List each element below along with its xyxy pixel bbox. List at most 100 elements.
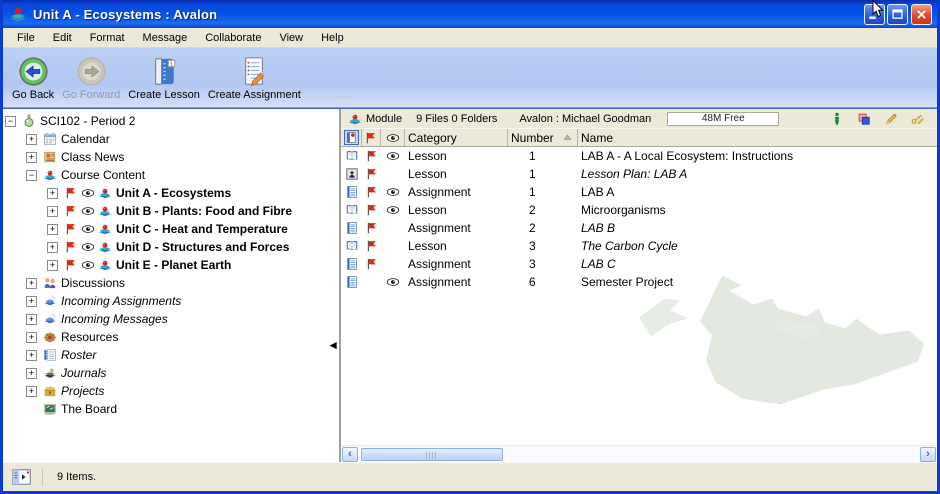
tree-item-label: Class News bbox=[61, 150, 124, 164]
tree-item-sci102-period-2[interactable]: −SCI102 - Period 2 bbox=[3, 112, 339, 130]
table-row[interactable]: Assignment3LAB C bbox=[341, 255, 937, 273]
item-name: LAB B bbox=[578, 221, 937, 235]
expand-expander-icon[interactable]: + bbox=[26, 332, 37, 343]
scroll-right-button[interactable]: › bbox=[920, 447, 936, 462]
books-icon bbox=[96, 186, 113, 201]
expand-expander-icon[interactable]: + bbox=[26, 314, 37, 325]
tree-item-projects[interactable]: +Projects bbox=[3, 382, 339, 400]
menu-message[interactable]: Message bbox=[134, 30, 197, 46]
tree-item-label: Calendar bbox=[61, 132, 110, 146]
item-name: LAB A bbox=[578, 185, 937, 199]
scrollbar-thumb[interactable] bbox=[361, 448, 503, 461]
item-count-label: 9 Items. bbox=[57, 471, 96, 483]
tree-item-roster[interactable]: +Roster bbox=[3, 346, 339, 364]
table-row[interactable]: Lesson3The Carbon Cycle bbox=[341, 237, 937, 255]
scroll-left-button[interactable]: ‹ bbox=[342, 447, 358, 462]
window-title: Unit A - Ecosystems : Avalon bbox=[33, 7, 864, 22]
expand-expander-icon[interactable]: + bbox=[47, 206, 58, 217]
menu-collaborate[interactable]: Collaborate bbox=[196, 30, 270, 46]
item-name: LAB A - A Local Ecosystem: Instructions bbox=[578, 149, 937, 163]
expand-expander-icon[interactable]: + bbox=[47, 224, 58, 235]
expand-expander-icon[interactable]: + bbox=[47, 242, 58, 253]
view-toggle-icon[interactable] bbox=[12, 469, 32, 486]
column-header-category[interactable]: Category bbox=[405, 129, 508, 146]
item-name: The Carbon Cycle bbox=[578, 239, 937, 253]
column-header-eye[interactable] bbox=[381, 129, 405, 146]
item-category: Lesson bbox=[405, 239, 508, 253]
item-number: 1 bbox=[508, 185, 578, 199]
open-book-icon bbox=[341, 203, 362, 217]
tree-item-course-content[interactable]: − Course Content bbox=[3, 166, 339, 184]
menu-help[interactable]: Help bbox=[312, 30, 353, 46]
item-number: 3 bbox=[508, 239, 578, 253]
tree-item-incoming-messages[interactable]: +Incoming Messages bbox=[3, 310, 339, 328]
tree-item-unit-e-planet-earth[interactable]: +Unit E - Planet Earth bbox=[3, 256, 339, 274]
table-row[interactable]: Assignment1LAB A bbox=[341, 183, 937, 201]
create-assignment-label: Create Assignment bbox=[208, 89, 301, 101]
tree-item-unit-a-ecosystems[interactable]: +Unit A - Ecosystems bbox=[3, 184, 339, 202]
create-assignment-button[interactable]: Create Assignment bbox=[205, 52, 304, 107]
go-back-button[interactable]: Go Back bbox=[9, 52, 57, 107]
maximize-button[interactable] bbox=[887, 4, 908, 25]
expand-expander-icon[interactable]: + bbox=[26, 386, 37, 397]
item-category: Assignment bbox=[405, 257, 508, 271]
item-number: 6 bbox=[508, 275, 578, 289]
table-row[interactable]: Assignment6Semester Project bbox=[341, 273, 937, 291]
go-back-icon bbox=[15, 53, 51, 89]
expand-expander-icon[interactable]: + bbox=[26, 350, 37, 361]
flag-icon bbox=[362, 221, 381, 235]
item-name: Lesson Plan: LAB A bbox=[578, 167, 937, 181]
table-row[interactable]: Lesson1LAB A - A Local Ecosystem: Instru… bbox=[341, 147, 937, 165]
expand-expander-icon[interactable]: + bbox=[47, 188, 58, 199]
minimize-button[interactable] bbox=[864, 4, 885, 25]
menu-view[interactable]: View bbox=[270, 30, 312, 46]
expand-expander-icon[interactable]: + bbox=[26, 278, 37, 289]
item-number: 3 bbox=[508, 257, 578, 271]
tree-item-the-board[interactable]: The Board bbox=[3, 400, 339, 418]
column-header-name[interactable]: Name bbox=[578, 129, 937, 146]
menu-edit[interactable]: Edit bbox=[44, 30, 81, 46]
expand-expander-icon[interactable]: + bbox=[47, 260, 58, 271]
tree-item-calendar[interactable]: + Calendar bbox=[3, 130, 339, 148]
tree-item-unit-b-plants-food-and-fibre[interactable]: +Unit B - Plants: Food and Fibre bbox=[3, 202, 339, 220]
tree-item-resources[interactable]: +Resources bbox=[3, 328, 339, 346]
column-header-flag[interactable] bbox=[362, 129, 381, 146]
go-forward-label: Go Forward bbox=[62, 89, 120, 101]
pencil-icon bbox=[882, 111, 899, 126]
tree-item-unit-c-heat-and-temperature[interactable]: +Unit C - Heat and Temperature bbox=[3, 220, 339, 238]
tree-item-unit-d-structures-and-forces[interactable]: +Unit D - Structures and Forces bbox=[3, 238, 339, 256]
tree-item-discussions[interactable]: +Discussions bbox=[3, 274, 339, 292]
expand-expander-icon[interactable]: + bbox=[26, 296, 37, 307]
column-header-item-icon[interactable] bbox=[341, 129, 362, 146]
course-tree-panel: ◄ −SCI102 - Period 2 + Calendar + Class News… bbox=[3, 109, 341, 462]
tree-item-label: Course Content bbox=[61, 168, 145, 182]
expand-expander-icon[interactable]: + bbox=[26, 134, 37, 145]
menu-file[interactable]: File bbox=[8, 30, 44, 46]
collapse-expander-icon[interactable]: − bbox=[26, 170, 37, 181]
table-row[interactable]: Lesson1Lesson Plan: LAB A bbox=[341, 165, 937, 183]
open-book-icon bbox=[341, 149, 362, 163]
close-button[interactable] bbox=[911, 4, 932, 25]
title-bar[interactable]: Unit A - Ecosystems : Avalon bbox=[3, 0, 937, 28]
expand-expander-icon[interactable]: + bbox=[26, 152, 37, 163]
expand-expander-icon[interactable]: + bbox=[26, 368, 37, 379]
board-icon bbox=[41, 402, 58, 417]
inbox-books-icon bbox=[41, 312, 58, 327]
item-number: 1 bbox=[508, 167, 578, 181]
menu-format[interactable]: Format bbox=[81, 30, 134, 46]
number-header-label: Number bbox=[511, 131, 554, 145]
create-lesson-label: Create Lesson bbox=[128, 89, 200, 101]
column-header-number[interactable]: Number bbox=[508, 129, 578, 146]
tree-item-class-news[interactable]: + Class News bbox=[3, 148, 339, 166]
table-row[interactable]: Lesson2Microorganisms bbox=[341, 201, 937, 219]
horizontal-scrollbar[interactable]: ‹ › bbox=[341, 445, 937, 462]
table-row[interactable]: Assignment2LAB B bbox=[341, 219, 937, 237]
tree-item-incoming-assignments[interactable]: +Incoming Assignments bbox=[3, 292, 339, 310]
notebook-icon bbox=[341, 221, 362, 235]
panel-collapse-arrow-icon[interactable]: ◄ bbox=[327, 339, 339, 351]
flag-icon bbox=[62, 240, 79, 255]
tree-item-journals[interactable]: +Journals bbox=[3, 364, 339, 382]
create-lesson-button[interactable]: 1Create Lesson bbox=[125, 52, 203, 107]
status-separator bbox=[42, 468, 43, 486]
collapse-expander-icon[interactable]: − bbox=[5, 116, 16, 127]
